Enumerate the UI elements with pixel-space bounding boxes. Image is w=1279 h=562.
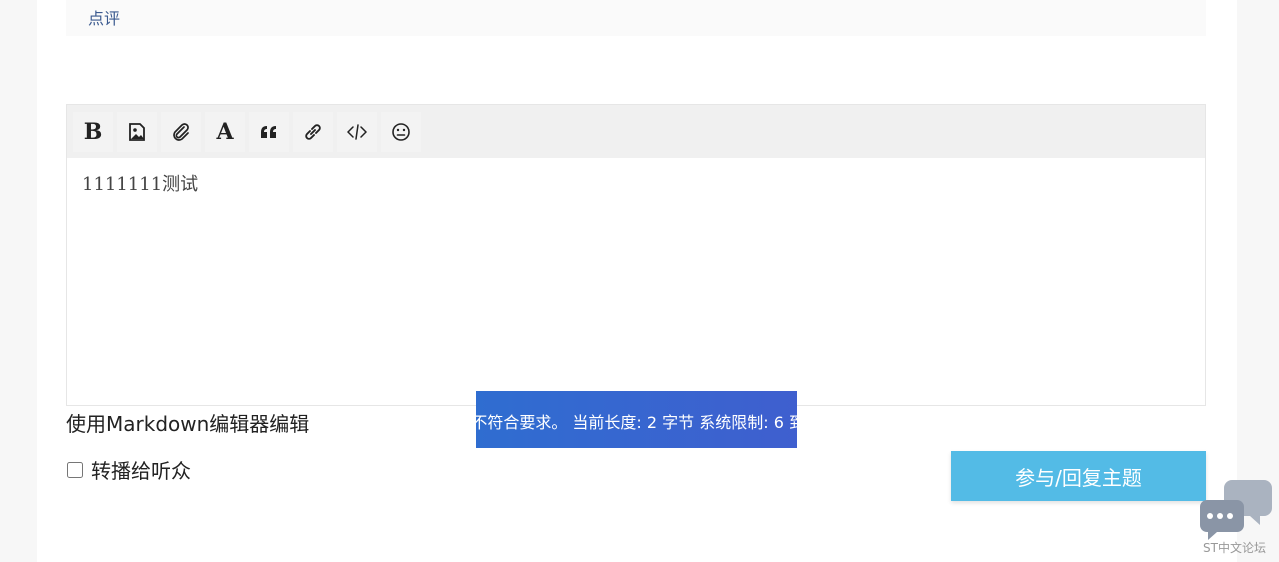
broadcast-option[interactable]: 转播给听众 xyxy=(66,455,191,484)
link-icon xyxy=(305,123,321,140)
bold-icon: B xyxy=(83,118,103,145)
emoji-button[interactable] xyxy=(381,111,421,152)
markdown-editor-link[interactable]: 使用Markdown编辑器编辑 xyxy=(66,408,309,437)
reply-editor: B A 1111111测试 xyxy=(66,104,1206,406)
image-icon xyxy=(129,122,145,141)
font-button[interactable]: A xyxy=(205,111,245,152)
broadcast-label: 转播给听众 xyxy=(91,459,191,483)
chat-bubbles-icon xyxy=(1200,480,1272,540)
submit-reply-button[interactable]: 参与/回复主题 xyxy=(951,451,1206,501)
code-icon xyxy=(347,123,367,140)
forum-chat-widget[interactable]: ST中文论坛 xyxy=(1199,478,1274,556)
comment-link[interactable]: 点评 xyxy=(88,5,120,29)
smiley-icon xyxy=(392,122,410,141)
broadcast-checkbox[interactable] xyxy=(67,461,83,478)
quote-button[interactable] xyxy=(249,111,289,152)
toast-message: 内容长度不符合要求。 当前长度: 2 字节 系统限制: 6 到 xyxy=(476,413,797,432)
editor-toolbar: B A xyxy=(67,105,1205,158)
comment-bar: 点评 xyxy=(66,0,1206,36)
image-button[interactable] xyxy=(117,111,157,152)
editor-textarea[interactable]: 1111111测试 xyxy=(67,158,1205,208)
quote-icon xyxy=(261,125,276,138)
chat-widget-label: ST中文论坛 xyxy=(1203,541,1266,555)
link-button[interactable] xyxy=(293,111,333,152)
bold-button[interactable]: B xyxy=(73,111,113,152)
attachment-button[interactable] xyxy=(161,111,201,152)
paperclip-icon xyxy=(173,122,189,141)
font-icon: A xyxy=(216,118,234,145)
code-button[interactable] xyxy=(337,111,377,152)
validation-toast: 内容长度不符合要求。 当前长度: 2 字节 系统限制: 6 到 xyxy=(476,391,797,448)
